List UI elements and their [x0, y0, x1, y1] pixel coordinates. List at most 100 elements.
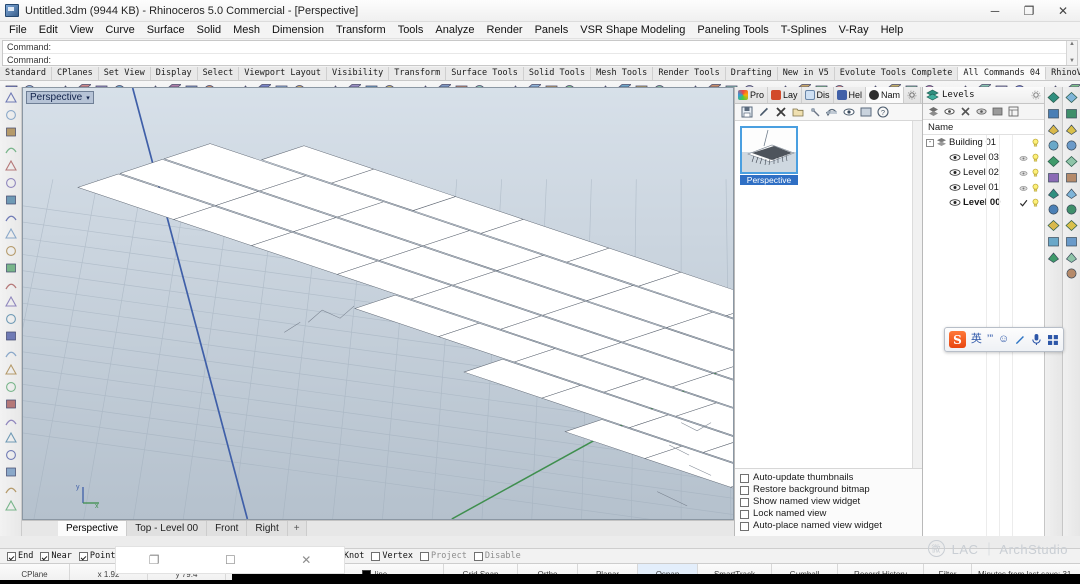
current-layer-check-icon[interactable] [1019, 198, 1028, 208]
command-scroll-up-icon[interactable]: ▲ [1067, 41, 1077, 48]
right-palette-icon[interactable] [1046, 89, 1062, 105]
toolbar-tab-rhinovault[interactable]: RhinoVAULT [1046, 67, 1080, 80]
osnap-near[interactable]: Near [37, 551, 74, 561]
toolbar-tab-display[interactable]: Display [151, 67, 198, 80]
toolbar-tab-evolute-tools-complete[interactable]: Evolute Tools Complete [835, 67, 959, 80]
named-view-thumbnail[interactable] [740, 126, 798, 174]
close-button[interactable]: ✕ [1046, 0, 1080, 22]
lock-icon[interactable] [1019, 168, 1028, 178]
option-lock-named-view[interactable]: Lock named view [740, 508, 917, 520]
left-palette-icon[interactable] [1, 191, 21, 208]
delete-view-icon[interactable] [774, 106, 787, 119]
right-palette-icon[interactable] [1064, 249, 1080, 265]
toolbar-tab-surface-tools[interactable]: Surface Tools [446, 67, 524, 80]
light-bulb-icon[interactable] [1031, 153, 1040, 163]
toolbar-tab-mesh-tools[interactable]: Mesh Tools [591, 67, 654, 80]
layer-row[interactable]: Level 02 [923, 165, 1044, 180]
right-palette-icon[interactable] [1064, 201, 1080, 217]
left-palette-icon[interactable] [1, 208, 21, 225]
osnap-checkbox-point[interactable] [78, 551, 88, 561]
menu-item-view[interactable]: View [64, 22, 100, 39]
minimize-button[interactable]: ─ [978, 0, 1012, 22]
delete-layer-icon[interactable] [960, 106, 971, 117]
left-palette-icon[interactable] [1, 497, 21, 514]
right-palette-icon[interactable] [1064, 217, 1080, 233]
left-palette-icon[interactable] [1, 412, 21, 429]
osnap-end[interactable]: End [4, 551, 36, 561]
checkbox-restore-background-bitmap[interactable] [740, 485, 749, 495]
right-palette-icon[interactable] [1064, 89, 1080, 105]
osnap-checkbox-vertex[interactable] [371, 551, 381, 561]
left-palette-icon[interactable] [1, 140, 21, 157]
restore-view-icon[interactable] [825, 106, 838, 119]
light-bulb-icon[interactable] [1031, 168, 1040, 178]
option-auto-place-named-view-widget[interactable]: Auto-place named view widget [740, 520, 917, 532]
right-palette-icon[interactable] [1064, 137, 1080, 153]
panel-tab-help[interactable]: Hel [834, 87, 867, 103]
overlay-close-icon[interactable]: ✕ [301, 553, 311, 567]
left-palette-icon[interactable] [1, 123, 21, 140]
edit-view-icon[interactable] [757, 106, 770, 119]
lock-icon[interactable] [1019, 183, 1028, 193]
left-palette-icon[interactable] [1, 378, 21, 395]
left-palette-icon[interactable] [1, 446, 21, 463]
ime-punctuation-button[interactable]: ’” [987, 334, 993, 345]
menu-item-surface[interactable]: Surface [141, 22, 191, 39]
viewport-tab-right[interactable]: Right [247, 521, 288, 536]
command-scroll-down-icon[interactable]: ▼ [1067, 58, 1077, 65]
left-palette-icon[interactable] [1, 157, 21, 174]
right-palette-icon[interactable] [1064, 121, 1080, 137]
menu-item-tools[interactable]: Tools [392, 22, 430, 39]
option-show-named-view-widget[interactable]: Show named view widget [740, 496, 917, 508]
right-palette-icon[interactable] [1046, 121, 1062, 137]
show-view-icon[interactable] [842, 106, 855, 119]
panel-options-button[interactable] [904, 87, 922, 103]
left-palette-icon[interactable] [1, 395, 21, 412]
maximize-button[interactable]: ❐ [1012, 0, 1046, 22]
right-palette-icon[interactable] [1046, 137, 1062, 153]
left-palette-icon[interactable] [1, 361, 21, 378]
menu-item-curve[interactable]: Curve [99, 22, 140, 39]
right-palette-icon[interactable] [1064, 185, 1080, 201]
menu-item-t-splines[interactable]: T-Splines [775, 22, 833, 39]
chevron-down-icon[interactable]: ▾ [86, 94, 90, 102]
right-palette-icon[interactable] [1046, 249, 1062, 265]
menu-item-analyze[interactable]: Analyze [429, 22, 480, 39]
left-palette-icon[interactable] [1, 89, 21, 106]
sogou-logo-icon[interactable]: S [949, 331, 966, 348]
filter-icon[interactable] [1008, 106, 1019, 117]
light-bulb-icon[interactable] [1031, 198, 1040, 208]
save-view-icon[interactable] [740, 106, 753, 119]
layer-row[interactable]: Level 00 [923, 195, 1044, 210]
right-palette-icon[interactable] [1046, 185, 1062, 201]
pin-view-icon[interactable] [808, 106, 821, 119]
right-palette-icon[interactable] [1046, 201, 1062, 217]
left-palette-icon[interactable] [1, 259, 21, 276]
visibility-icon[interactable] [944, 106, 955, 117]
mic-icon[interactable] [1031, 333, 1042, 346]
right-palette-icon[interactable] [1046, 233, 1062, 249]
overlay-maximize-icon[interactable]: ☐ [225, 553, 236, 567]
checkbox-lock-named-view[interactable] [740, 509, 749, 519]
layer-properties-icon[interactable] [976, 106, 987, 117]
command-area[interactable]: Command: Command: ▲ ▼ [2, 40, 1078, 66]
left-palette-icon[interactable] [1, 344, 21, 361]
toolbar-tab-transform[interactable]: Transform [389, 67, 447, 80]
help-icon[interactable]: ? [876, 106, 889, 119]
toolbar-tab-cplanes[interactable]: CPlanes [52, 67, 99, 80]
toolbar-tab-standard[interactable]: Standard [0, 67, 52, 80]
panel-tab-layers[interactable]: Lay [768, 87, 802, 103]
toolbar-tab-set-view[interactable]: Set View [99, 67, 151, 80]
overlay-restore-icon[interactable]: ❐ [149, 553, 160, 567]
left-palette-icon[interactable] [1, 327, 21, 344]
ime-mode-button[interactable]: 英 [971, 334, 982, 345]
osnap-vertex[interactable]: Vertex [368, 551, 416, 561]
new-layer-icon[interactable] [928, 106, 939, 117]
menu-item-paneling-tools[interactable]: Paneling Tools [691, 22, 774, 39]
command-scrollbar[interactable]: ▲ ▼ [1066, 41, 1077, 65]
left-palette-icon[interactable] [1, 293, 21, 310]
pen-icon[interactable] [1014, 334, 1026, 346]
perspective-viewport[interactable]: Perspective ▾ y x [22, 87, 734, 520]
right-palette-icon[interactable] [1064, 265, 1080, 281]
menu-item-file[interactable]: File [3, 22, 33, 39]
